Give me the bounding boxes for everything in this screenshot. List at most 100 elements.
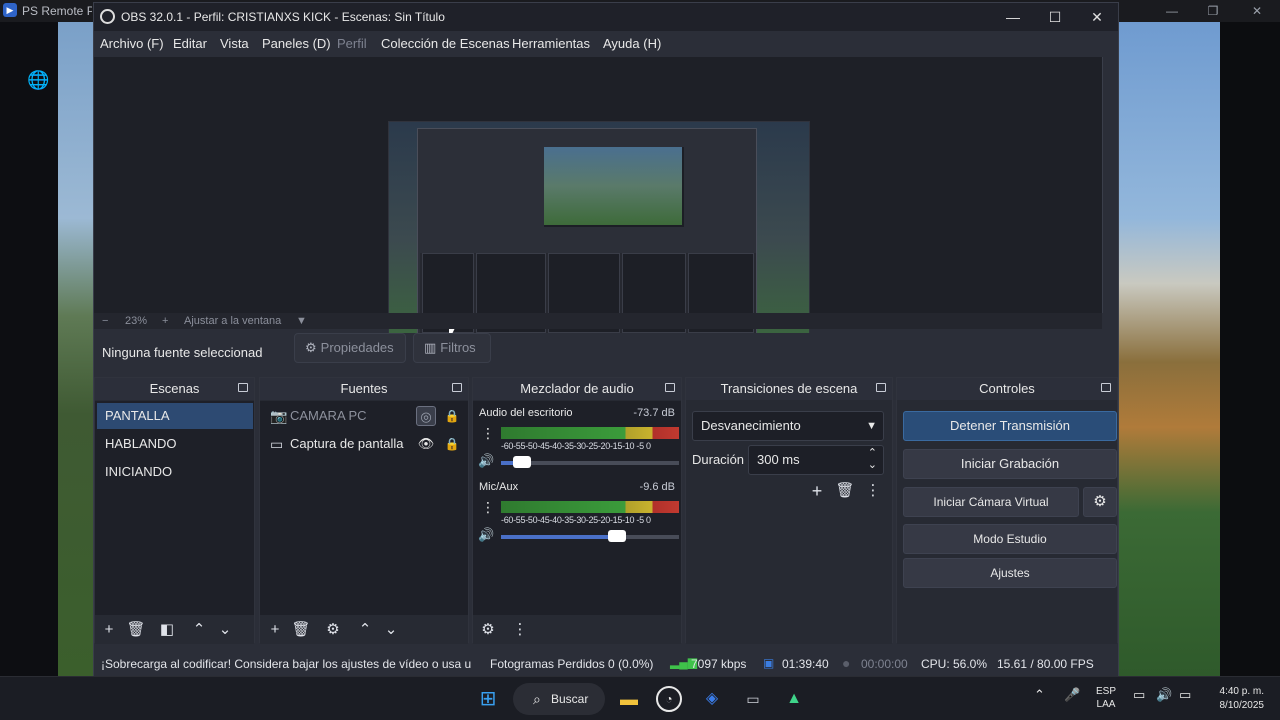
popout-icon[interactable] (876, 383, 886, 392)
slider-knob[interactable] (608, 530, 626, 542)
properties-button[interactable]: ⚙ Propiedades (294, 333, 406, 363)
source-item-captura[interactable]: ▭ Captura de pantalla 👁 🔒 (266, 431, 466, 457)
popout-icon[interactable] (665, 383, 675, 392)
obs-titlebar[interactable]: OBS 32.0.1 - Perfil: CRISTIANXS KICK - E… (94, 3, 1118, 31)
zoom-out-button[interactable]: − (102, 315, 108, 327)
transitions-title: Transiciones de escena (720, 381, 858, 396)
filters-button[interactable]: ▥ Filtros (413, 333, 491, 363)
network-warning-icon[interactable]: 🌐 (27, 70, 49, 92)
microphone-icon[interactable]: 🎤 (1064, 687, 1080, 703)
kebab-menu-icon[interactable]: ⋮ (481, 425, 495, 442)
menu-perfil[interactable]: Perfil (337, 36, 367, 51)
trash-icon[interactable]: 🗑 (125, 620, 147, 640)
move-down-icon[interactable]: ⌄ (214, 620, 236, 640)
zoom-in-button[interactable]: + (162, 315, 168, 327)
volume-slider-desktop[interactable] (501, 456, 679, 468)
kebab-menu-icon[interactable]: ⋮ (862, 481, 884, 501)
add-transition-icon[interactable]: + (806, 481, 828, 501)
scene-item-pantalla[interactable]: PANTALLA (97, 403, 253, 429)
controls-dock: Controles Detener Transmisión Iniciar Gr… (896, 377, 1118, 644)
volume-slider-mic[interactable] (501, 530, 679, 542)
lock-icon[interactable]: 🔒 (444, 406, 460, 426)
mixer-channels: Audio del escritorio -73.7 dB ⋮ -60-55-5… (473, 401, 681, 615)
duration-spinbox[interactable]: 300 ms ⌃ ⌄ (748, 445, 884, 475)
source-properties-gear-icon[interactable]: ⚙ (322, 620, 344, 640)
menu-coleccion-escenas[interactable]: Colección de Escenas (381, 36, 510, 51)
speaker-icon[interactable]: 🔊 (478, 527, 496, 543)
close-icon[interactable]: ✕ (1247, 2, 1267, 20)
network-icon[interactable]: ▭ (1133, 687, 1145, 703)
lang-top: ESP (1096, 686, 1117, 697)
stop-stream-button[interactable]: Detener Transmisión (903, 411, 1117, 441)
file-explorer-icon[interactable]: ▬ (615, 685, 643, 713)
lock-icon[interactable]: 🔒 (444, 434, 460, 454)
menu-archivo[interactable]: Archivo (F) (100, 36, 164, 51)
battery-icon[interactable]: ▭ (1179, 687, 1191, 703)
stream-live-icon: ▣ (763, 656, 775, 670)
sources-dock-header: Fuentes (260, 378, 468, 400)
maximize-icon[interactable]: ☐ (1040, 7, 1070, 27)
menu-vista[interactable]: Vista (220, 36, 249, 51)
channel-name-mic: Mic/Aux (479, 481, 519, 493)
date: 8/10/2025 (1219, 700, 1265, 711)
menu-ayuda[interactable]: Ayuda (H) (603, 36, 661, 51)
eye-icon[interactable]: 👁 (416, 434, 436, 454)
settings-button[interactable]: Ajustes (903, 558, 1117, 588)
preview-scrollbar[interactable] (1102, 57, 1118, 313)
scene-item-iniciando[interactable]: INICIANDO (97, 459, 253, 485)
virtual-camera-gear-icon[interactable]: ⚙ (1083, 487, 1117, 517)
start-virtual-camera-button[interactable]: Iniciar Cámara Virtual (903, 487, 1079, 517)
windows-start-icon[interactable]: ⊞ (474, 685, 502, 713)
terminal-icon[interactable]: ▭ (739, 685, 767, 713)
minimize-icon[interactable]: — (998, 7, 1028, 27)
move-up-icon[interactable]: ⌃ (188, 620, 210, 640)
speaker-icon[interactable]: 🔊 (478, 453, 496, 469)
eye-hidden-icon[interactable]: ◎ (416, 406, 436, 426)
maximize-icon[interactable]: ❐ (1203, 2, 1223, 20)
zoom-fit-button[interactable]: Ajustar a la ventana (184, 315, 281, 327)
ps-remote-play-taskbar-icon[interactable]: ◈ (698, 685, 726, 713)
popout-icon[interactable] (1101, 383, 1111, 392)
volume-icon[interactable]: 🔊 (1156, 687, 1172, 703)
taskbar-search[interactable]: ⌕ Buscar (513, 683, 605, 715)
move-down-icon[interactable]: ⌄ (380, 620, 402, 640)
preview-area[interactable] (94, 57, 1102, 358)
android-app-icon[interactable]: ▲ (780, 685, 808, 713)
menu-herramientas[interactable]: Herramientas (512, 36, 590, 51)
controls-body: Detener Transmisión Iniciar Grabación In… (897, 401, 1117, 615)
tray-overflow-icon[interactable]: ⌃ (1034, 687, 1045, 703)
studio-mode-button[interactable]: Modo Estudio (903, 524, 1117, 554)
trash-icon[interactable]: 🗑 (834, 481, 856, 501)
popout-icon[interactable] (238, 383, 248, 392)
popout-icon[interactable] (452, 383, 462, 392)
scene-item-hablando[interactable]: HABLANDO (97, 431, 253, 457)
menu-paneles[interactable]: Paneles (D) (262, 36, 331, 51)
scene-filters-icon[interactable]: ◧ (156, 620, 178, 640)
kebab-menu-icon[interactable]: ⋮ (509, 620, 531, 640)
clock[interactable]: 4:40 p. m. 8/10/2025 (1208, 685, 1265, 713)
channel-db-desktop: -73.7 dB (633, 407, 675, 419)
spin-down-icon[interactable]: ⌄ (868, 451, 877, 479)
zoom-dropdown-icon[interactable]: ▼ (296, 315, 307, 327)
advanced-audio-gear-icon[interactable]: ⚙ (477, 620, 499, 640)
transition-select[interactable]: Desvanecimiento ▼ (692, 411, 884, 441)
obs-taskbar-icon[interactable]: ◔ (656, 686, 682, 712)
trash-icon[interactable]: 🗑 (290, 620, 312, 640)
channel-name-desktop: Audio del escritorio (479, 407, 573, 419)
menu-editar[interactable]: Editar (173, 36, 207, 51)
add-source-icon[interactable]: + (264, 620, 286, 640)
minimize-icon[interactable]: — (1162, 2, 1182, 20)
meter-scale: -60-55-50-45-40-35-30-25-20-15-10 -5 0 (501, 441, 651, 451)
language-indicator[interactable]: ESP LAA (1096, 685, 1116, 711)
move-up-icon[interactable]: ⌃ (354, 620, 376, 640)
kebab-menu-icon[interactable]: ⋮ (481, 499, 495, 516)
cpu-usage: CPU: 56.0% (921, 657, 988, 671)
recording-time: 00:00:00 (861, 657, 908, 671)
scenes-dock-header: Escenas (95, 378, 254, 400)
slider-knob[interactable] (513, 456, 531, 468)
add-scene-icon[interactable]: + (98, 620, 120, 640)
close-icon[interactable]: ✕ (1082, 7, 1112, 27)
start-recording-button[interactable]: Iniciar Grabación (903, 449, 1117, 479)
source-item-camara[interactable]: 📷 CAMARA PC ◎ 🔒 (266, 403, 466, 429)
transition-value: Desvanecimiento (701, 418, 801, 433)
